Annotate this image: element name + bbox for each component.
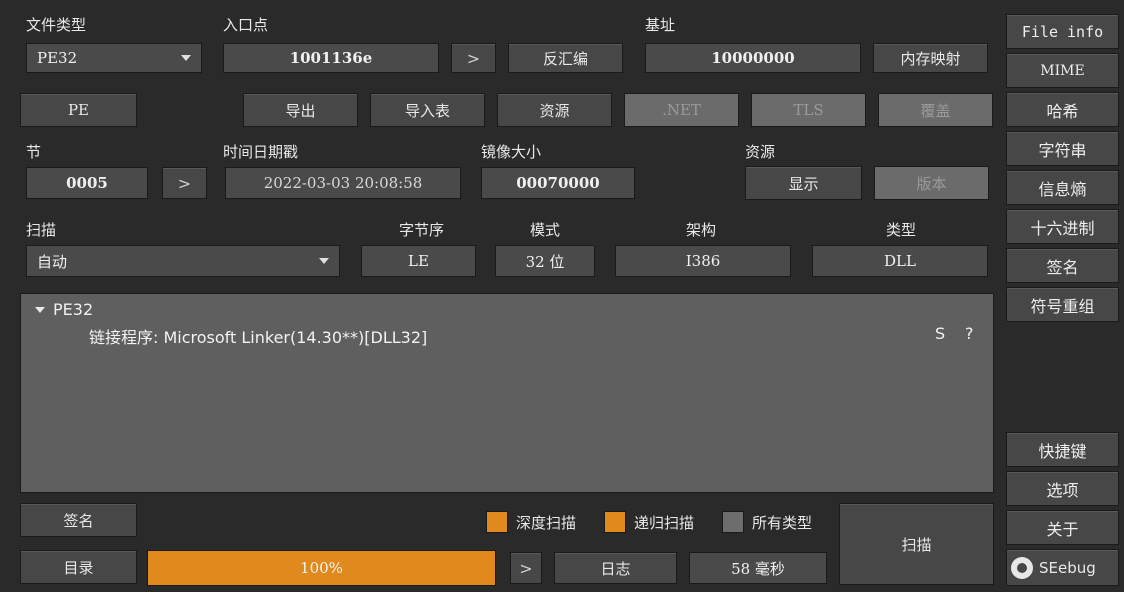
scan-mode-select[interactable]: 自动 (26, 245, 340, 277)
scan-label: 扫描 (26, 221, 57, 239)
linker-result[interactable]: 链接程序: Microsoft Linker(14.30**)[DLL32] (89, 324, 427, 348)
mode-field: 32 位 (495, 245, 595, 277)
import-button[interactable]: 导入表 (370, 93, 485, 127)
arch-label: 架构 (686, 221, 717, 239)
endian-field: LE (361, 245, 476, 277)
entry-point-label: 入口点 (223, 16, 269, 34)
sidebar-hash-button[interactable]: 哈希 (1006, 92, 1119, 127)
mode-label: 模式 (530, 221, 561, 239)
chevron-down-icon (181, 55, 191, 61)
file-type-value: PE32 (37, 49, 78, 67)
tls-button[interactable]: TLS (751, 93, 866, 127)
sidebar-exit-button[interactable]: SEebug (1006, 549, 1119, 586)
sidebar-about-button[interactable]: 关于 (1006, 510, 1119, 545)
seebug-logo-icon (1011, 556, 1033, 579)
section-next-button[interactable]: > (162, 167, 207, 199)
chevron-right-icon: > (519, 558, 533, 578)
log-button[interactable]: 日志 (554, 552, 677, 584)
image-size-label: 镜像大小 (481, 143, 542, 161)
progress-next-button[interactable]: > (510, 552, 542, 584)
scan-mode-value: 自动 (37, 252, 68, 271)
resources-label: 资源 (745, 143, 776, 161)
timestamp-field[interactable]: 2022-03-03 20:08:58 (225, 167, 461, 199)
show-resources-button[interactable]: 显示 (745, 166, 862, 200)
sidebar-entropy-button[interactable]: 信息熵 (1006, 170, 1119, 205)
progress-text: 100% (300, 559, 343, 577)
endian-label: 字节序 (399, 221, 445, 239)
scan-button[interactable]: 扫描 (839, 503, 994, 585)
file-type-select[interactable]: PE32 (26, 43, 202, 73)
resources-button[interactable]: 资源 (497, 93, 612, 127)
tree-root-label: PE32 (53, 300, 94, 319)
result-tree-panel[interactable]: PE32 链接程序: Microsoft Linker(14.30**)[DLL… (20, 293, 994, 493)
signature-button[interactable]: 签名 (20, 503, 137, 537)
watermark-text: SEebug (1039, 558, 1096, 577)
type-label: 类型 (886, 221, 917, 239)
sidebar-hex-button[interactable]: 十六进制 (1006, 209, 1119, 244)
dotnet-button[interactable]: .NET (624, 93, 739, 127)
collapse-arrow-icon[interactable] (35, 306, 45, 313)
elapsed-time-field: 58 毫秒 (689, 552, 827, 584)
memory-map-button[interactable]: 内存映射 (873, 43, 988, 73)
entry-point-field[interactable]: 1001136e (223, 43, 439, 73)
timestamp-label: 时间日期戳 (223, 143, 299, 161)
sidebar-shortcuts-button[interactable]: 快捷键 (1006, 432, 1119, 467)
export-button[interactable]: 导出 (243, 93, 358, 127)
all-types-label: 所有类型 (752, 514, 813, 532)
recursive-scan-label: 递归扫描 (634, 514, 695, 532)
section-count-field[interactable]: 0005 (26, 167, 148, 199)
chevron-right-icon: > (466, 48, 481, 68)
recursive-scan-checkbox[interactable] (604, 511, 626, 533)
version-button[interactable]: 版本 (874, 166, 989, 200)
sidebar-file-info-button[interactable]: File info (1006, 14, 1119, 49)
sidebar-strings-button[interactable]: 字符串 (1006, 131, 1119, 166)
signature-s-link[interactable]: S (935, 324, 945, 343)
info-question-link[interactable]: ? (965, 324, 974, 343)
tree-root-row[interactable]: PE32 (35, 300, 93, 319)
base-address-field[interactable]: 10000000 (645, 43, 861, 73)
overlay-button[interactable]: 覆盖 (878, 93, 993, 127)
directory-button[interactable]: 目录 (20, 550, 137, 584)
chevron-right-icon: > (177, 173, 192, 193)
sidebar-options-button[interactable]: 选项 (1006, 471, 1119, 506)
sidebar-demangle-button[interactable]: 符号重组 (1006, 287, 1119, 322)
entry-point-next-button[interactable]: > (451, 43, 496, 73)
section-label: 节 (26, 143, 42, 161)
sidebar-mime-button[interactable]: MIME (1006, 53, 1119, 88)
scan-progress-bar: 100% (147, 550, 496, 586)
file-type-label: 文件类型 (26, 16, 87, 34)
pe-button[interactable]: PE (20, 93, 137, 127)
deep-scan-checkbox[interactable] (486, 511, 508, 533)
deep-scan-label: 深度扫描 (516, 514, 577, 532)
type-field: DLL (812, 245, 988, 277)
all-types-checkbox[interactable] (722, 511, 744, 533)
image-size-field[interactable]: 00070000 (481, 167, 635, 199)
disassemble-button[interactable]: 反汇编 (508, 43, 623, 73)
base-address-label: 基址 (645, 16, 676, 34)
arch-field: I386 (615, 245, 791, 277)
chevron-down-icon (319, 258, 329, 264)
sidebar-signature-button[interactable]: 签名 (1006, 248, 1119, 283)
